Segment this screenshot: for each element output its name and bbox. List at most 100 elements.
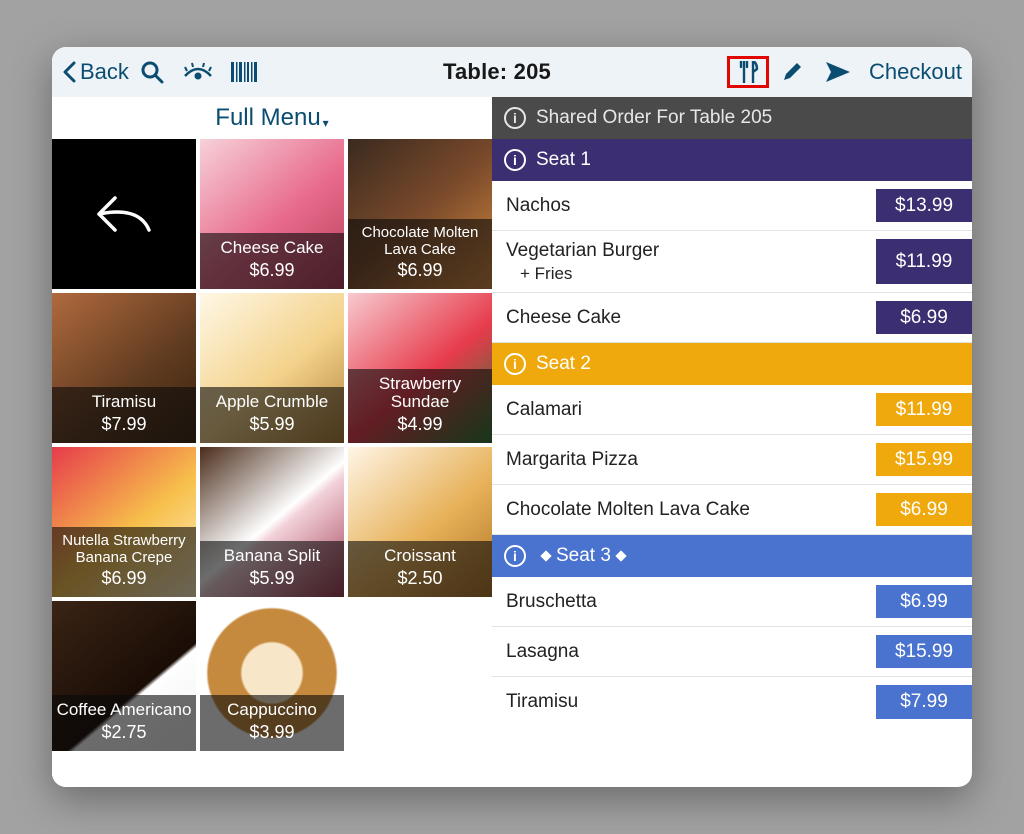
view-button[interactable] bbox=[175, 52, 221, 92]
order-item[interactable]: Calamari $11.99 bbox=[492, 385, 972, 435]
order-item-name: Bruschetta bbox=[506, 591, 597, 612]
order-item[interactable]: Vegetarian Burger + Fries $11.99 bbox=[492, 231, 972, 293]
send-icon bbox=[825, 61, 851, 83]
chevron-down-icon: ▾ bbox=[323, 116, 329, 130]
menu-item-apple-crumble[interactable]: Apple Crumble $5.99 bbox=[200, 293, 344, 443]
order-item[interactable]: Margarita Pizza $15.99 bbox=[492, 435, 972, 485]
menu-item-name: Chocolate Molten Lava Cake bbox=[352, 225, 488, 258]
menu-back-tile[interactable] bbox=[52, 139, 196, 289]
seat-label: Seat 1 bbox=[536, 149, 591, 171]
tile-overlay: Banana Split $5.99 bbox=[200, 541, 344, 597]
seat-header-3[interactable]: i Seat 3 bbox=[492, 535, 972, 577]
menu-item-price: $5.99 bbox=[204, 414, 340, 435]
menu-item-name: Coffee Americano bbox=[56, 701, 192, 720]
tile-overlay: Tiramisu $7.99 bbox=[52, 387, 196, 443]
menu-item-tiramisu[interactable]: Tiramisu $7.99 bbox=[52, 293, 196, 443]
seat-header-2[interactable]: i Seat 2 bbox=[492, 343, 972, 385]
tile-overlay: Coffee Americano $2.75 bbox=[52, 695, 196, 751]
seat-header-1[interactable]: i Seat 1 bbox=[492, 139, 972, 181]
edit-button[interactable] bbox=[769, 52, 815, 92]
order-item-name: Nachos bbox=[506, 195, 570, 216]
info-icon: i bbox=[504, 107, 526, 129]
empty-tile bbox=[348, 601, 492, 751]
tile-overlay: Cheese Cake $6.99 bbox=[200, 233, 344, 289]
menu-item-banana-split[interactable]: Banana Split $5.99 bbox=[200, 447, 344, 597]
order-item-price: $6.99 bbox=[876, 301, 972, 334]
order-item[interactable]: Tiramisu $7.99 bbox=[492, 677, 972, 727]
menu-item-price: $6.99 bbox=[56, 568, 192, 589]
menu-item-price: $6.99 bbox=[352, 260, 488, 281]
order-item[interactable]: Cheese Cake $6.99 bbox=[492, 293, 972, 343]
pos-window: Back Table: 205 bbox=[52, 47, 972, 787]
menu-item-price: $5.99 bbox=[204, 568, 340, 589]
diamond-icon bbox=[615, 550, 626, 561]
menu-item-name: Cappuccino bbox=[204, 701, 340, 720]
tile-overlay: Strawberry Sundae $4.99 bbox=[348, 369, 492, 443]
checkout-button[interactable]: Checkout bbox=[869, 59, 962, 85]
topbar: Back Table: 205 bbox=[52, 47, 972, 97]
menu-item-americano[interactable]: Coffee Americano $2.75 bbox=[52, 601, 196, 751]
barcode-button[interactable] bbox=[221, 52, 267, 92]
menu-item-name: Banana Split bbox=[204, 547, 340, 566]
order-item[interactable]: Lasagna $15.99 bbox=[492, 627, 972, 677]
main-split: Full Menu ▾ Cheese Cake $6.99 C bbox=[52, 97, 972, 787]
back-arrow-icon bbox=[93, 190, 155, 238]
barcode-icon bbox=[231, 62, 257, 82]
info-icon: i bbox=[504, 149, 526, 171]
menu-item-crepe[interactable]: Nutella Strawberry Banana Crepe $6.99 bbox=[52, 447, 196, 597]
order-item[interactable]: Chocolate Molten Lava Cake $6.99 bbox=[492, 485, 972, 535]
order-item-name: Lasagna bbox=[506, 641, 579, 662]
eye-icon bbox=[183, 62, 213, 82]
order-panel: i Shared Order For Table 205 i Seat 1 Na… bbox=[492, 97, 972, 787]
table-title: Table: 205 bbox=[267, 59, 727, 85]
menu-item-strawberry-sundae[interactable]: Strawberry Sundae $4.99 bbox=[348, 293, 492, 443]
order-item-name: Tiramisu bbox=[506, 691, 578, 712]
order-item-price: $13.99 bbox=[876, 189, 972, 222]
menu-item-lava-cake[interactable]: Chocolate Molten Lava Cake $6.99 bbox=[348, 139, 492, 289]
order-item-price: $6.99 bbox=[876, 493, 972, 526]
menu-item-cheese-cake[interactable]: Cheese Cake $6.99 bbox=[200, 139, 344, 289]
menu-item-name: Tiramisu bbox=[56, 393, 192, 412]
order-item[interactable]: Nachos $13.99 bbox=[492, 181, 972, 231]
order-item-price: $6.99 bbox=[876, 585, 972, 618]
order-item-name: Calamari bbox=[506, 399, 582, 420]
tile-overlay: Nutella Strawberry Banana Crepe $6.99 bbox=[52, 527, 196, 597]
order-header[interactable]: i Shared Order For Table 205 bbox=[492, 97, 972, 139]
order-item[interactable]: Bruschetta $6.99 bbox=[492, 577, 972, 627]
tile-overlay: Croissant $2.50 bbox=[348, 541, 492, 597]
menu-item-croissant[interactable]: Croissant $2.50 bbox=[348, 447, 492, 597]
back-label: Back bbox=[80, 59, 129, 85]
order-item-name: Vegetarian Burger bbox=[506, 240, 659, 261]
menu-dropdown[interactable]: Full Menu ▾ bbox=[52, 97, 492, 139]
order-header-label: Shared Order For Table 205 bbox=[536, 107, 772, 129]
tile-overlay: Chocolate Molten Lava Cake $6.99 bbox=[348, 219, 492, 289]
tile-overlay: Cappuccino $3.99 bbox=[200, 695, 344, 751]
menu-item-cappuccino[interactable]: Cappuccino $3.99 bbox=[200, 601, 344, 751]
back-button[interactable]: Back bbox=[62, 59, 129, 85]
menu-item-name: Strawberry Sundae bbox=[352, 375, 488, 412]
pencil-icon bbox=[781, 61, 803, 83]
menu-item-price: $7.99 bbox=[56, 414, 192, 435]
topbar-right: Checkout bbox=[727, 52, 962, 92]
menu-item-name: Nutella Strawberry Banana Crepe bbox=[56, 533, 192, 566]
order-item-name: Cheese Cake bbox=[506, 307, 621, 328]
search-icon bbox=[140, 60, 164, 84]
menu-item-name: Apple Crumble bbox=[204, 393, 340, 412]
order-item-modifier: + Fries bbox=[520, 263, 876, 284]
send-button[interactable] bbox=[815, 52, 861, 92]
diamond-icon bbox=[540, 550, 551, 561]
menu-grid: Cheese Cake $6.99 Chocolate Molten Lava … bbox=[52, 139, 492, 787]
order-item-price: $11.99 bbox=[876, 239, 972, 284]
seat-label: Seat 2 bbox=[536, 353, 591, 375]
search-button[interactable] bbox=[129, 52, 175, 92]
dine-in-button[interactable] bbox=[727, 56, 769, 88]
seat-label-text: Seat 3 bbox=[556, 545, 611, 566]
order-item-price: $7.99 bbox=[876, 685, 972, 719]
chevron-left-icon bbox=[62, 61, 76, 83]
menu-item-price: $6.99 bbox=[204, 260, 340, 281]
order-item-price: $15.99 bbox=[876, 443, 972, 476]
menu-item-name: Croissant bbox=[352, 547, 488, 566]
order-item-price: $11.99 bbox=[876, 393, 972, 426]
menu-item-price: $3.99 bbox=[204, 722, 340, 743]
menu-item-price: $4.99 bbox=[352, 414, 488, 435]
